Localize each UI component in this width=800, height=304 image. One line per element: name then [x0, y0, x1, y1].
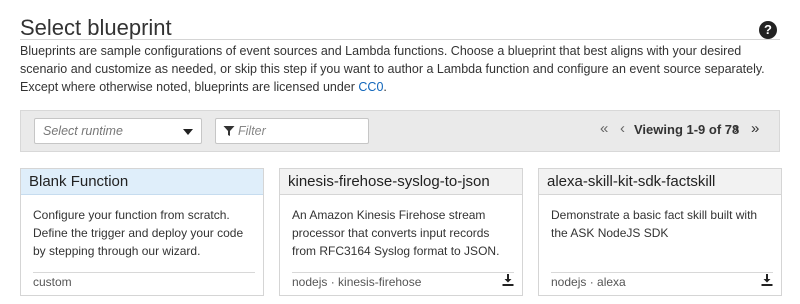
card-title: alexa-skill-kit-sdk-factskill — [539, 169, 781, 195]
help-icon[interactable]: ? — [759, 21, 777, 39]
pagination-status: Viewing 1-9 of 78 — [634, 122, 740, 137]
cc0-license-link[interactable]: CC0 — [358, 80, 383, 94]
card-description: An Amazon Kinesis Firehose stream proces… — [292, 208, 500, 258]
download-icon[interactable] — [502, 274, 514, 286]
card-title: Blank Function — [21, 169, 263, 195]
card-description: Demonstrate a basic fact skill built wit… — [551, 208, 758, 240]
description-end: . — [383, 80, 387, 94]
runtime-select[interactable]: Select runtime — [34, 118, 202, 144]
card-tags: nodejs · kinesis-firehose — [292, 275, 422, 289]
page-description: Blueprints are sample configurations of … — [20, 42, 790, 96]
blueprint-toolbar: Select runtime Filter « ‹ Viewing 1-9 of… — [20, 110, 780, 152]
previous-page-icon[interactable]: ‹ — [620, 120, 625, 137]
filter-placeholder: Filter — [238, 124, 266, 138]
card-title: kinesis-firehose-syslog-to-json — [280, 169, 522, 195]
first-page-icon[interactable]: « — [600, 120, 608, 137]
card-divider — [292, 272, 514, 273]
description-text: Blueprints are sample configurations of … — [20, 44, 765, 94]
page-title: Select blueprint — [20, 15, 172, 40]
runtime-placeholder: Select runtime — [43, 124, 123, 138]
card-description: Configure your function from scratch. De… — [33, 208, 244, 258]
card-tags: nodejs · alexa — [551, 275, 626, 289]
download-icon[interactable] — [761, 274, 773, 286]
card-tags: custom — [33, 275, 72, 289]
blueprint-card-kinesis-firehose-syslog-to-json[interactable]: kinesis-firehose-syslog-to-json An Amazo… — [279, 168, 523, 296]
filter-input[interactable]: Filter — [215, 118, 369, 144]
blueprint-card-alexa-skill-kit-sdk-factskill[interactable]: alexa-skill-kit-sdk-factskill Demonstrat… — [538, 168, 782, 296]
filter-icon — [223, 126, 235, 136]
title-divider — [20, 39, 780, 40]
card-divider — [551, 272, 773, 273]
next-page-icon[interactable]: › — [734, 120, 739, 137]
chevron-down-icon — [183, 129, 193, 135]
last-page-icon[interactable]: » — [751, 120, 759, 137]
card-divider — [33, 272, 255, 273]
blueprint-card-blank-function[interactable]: Blank Function Configure your function f… — [20, 168, 264, 296]
